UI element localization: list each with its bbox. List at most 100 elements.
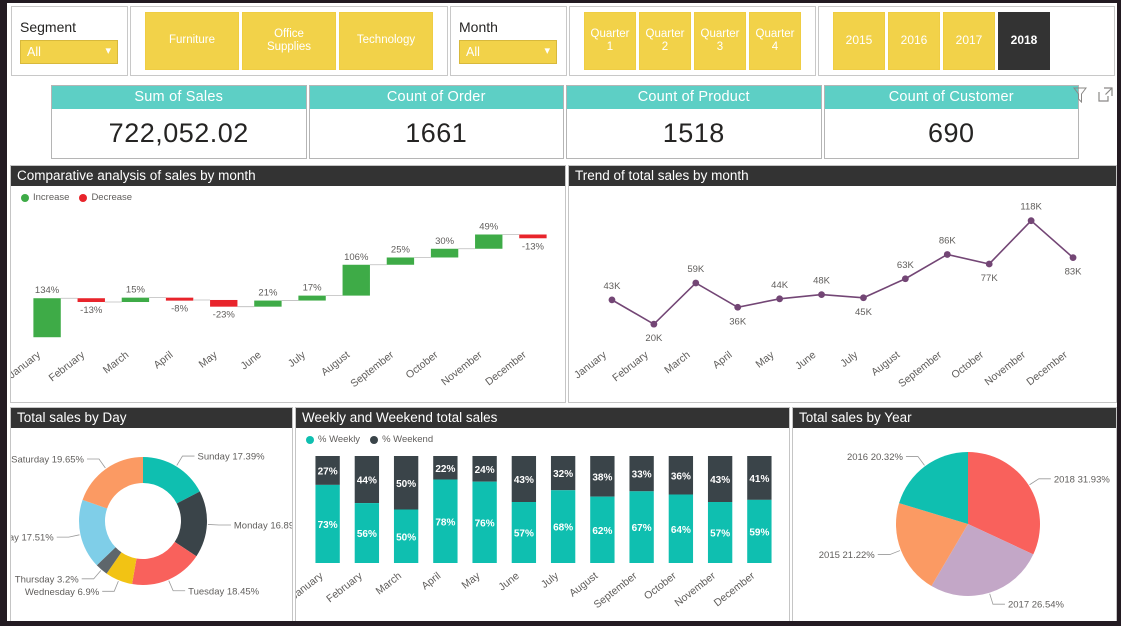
kpi-card-count-of-product[interactable]: Count of Product 1518 [566, 85, 822, 159]
kpi-card-count-of-customer[interactable]: Count of Customer 690 [823, 85, 1079, 159]
chart-label: 15% [126, 285, 146, 296]
chart-label: 134% [35, 285, 60, 296]
line-data-point[interactable] [901, 275, 909, 283]
line-data-point[interactable] [776, 295, 784, 303]
year-tile-2016[interactable]: 2016 [888, 12, 940, 70]
kpi-card-title: Sum of Sales [52, 86, 306, 109]
legend-swatch-weekly [306, 435, 314, 444]
segment-slicer[interactable]: Segment All ▾ [11, 6, 128, 76]
quarter-tile-quarter-3[interactable]: Quarter 3 [694, 12, 746, 70]
pie-slice[interactable] [82, 457, 143, 509]
waterfall-bar[interactable] [165, 297, 194, 301]
waterfall-bar[interactable] [430, 248, 459, 258]
month-slicer[interactable]: Month All ▾ [450, 6, 567, 76]
chart-label: 36K [729, 316, 747, 327]
chart-label: December [1024, 349, 1070, 389]
segment-dropdown[interactable]: All ▾ [20, 39, 118, 64]
line-data-point[interactable] [734, 303, 742, 311]
quarter-tile-quarter-1[interactable]: Quarter 1 [584, 12, 636, 70]
chart-label: August [319, 349, 352, 379]
category-tile-office-supplies[interactable]: Office Supplies [242, 12, 336, 70]
pie-leader-line [56, 534, 80, 538]
stacked-bar-visual[interactable]: Weekly and Weekend total sales % Weekly … [295, 407, 790, 621]
line-data-point[interactable] [818, 291, 825, 298]
line-data-point[interactable] [943, 251, 951, 258]
quarter-tile-quarter-2[interactable]: Quarter 2 [639, 12, 691, 70]
legend-item-weekly[interactable]: % Weekly [306, 434, 360, 445]
category-tile-furniture[interactable]: Furniture [145, 12, 239, 70]
chart-label: 30% [435, 236, 455, 247]
kpi-card-count-of-order[interactable]: Count of Order 1661 [308, 85, 564, 159]
waterfall-bar[interactable] [298, 295, 326, 301]
pie-leader-line [81, 570, 102, 580]
quarter-tile-quarter-4[interactable]: Quarter 4 [749, 12, 801, 70]
legend-item-increase[interactable]: Increase [21, 192, 69, 203]
category-tile-label: Office Supplies [266, 27, 312, 53]
year-tile-label: 2017 [955, 33, 983, 48]
chart-label: 43% [514, 475, 534, 486]
chart-label: 57% [710, 529, 730, 540]
chart-label: July [539, 569, 562, 590]
legend-item-decrease[interactable]: Decrease [79, 192, 132, 203]
waterfall-bar[interactable] [342, 264, 370, 296]
focus-mode-icon[interactable] [1098, 87, 1113, 102]
kpi-card-title: Count of Order [309, 86, 563, 109]
line-plot: 43K January 20K February 59K March 36K April 44K… [572, 202, 1082, 390]
waterfall-visual[interactable]: Comparative analysis of sales by month I… [10, 165, 566, 403]
waterfall-bar[interactable] [33, 298, 61, 338]
month-slicer-label: Month [459, 18, 498, 35]
waterfall-plot: 134% January -13% February 15% March -8% April -… [11, 221, 547, 390]
legend-item-weekend[interactable]: % Weekend [370, 434, 433, 445]
chart-label: 41% [749, 474, 769, 485]
chart-label: August [869, 349, 902, 379]
chevron-down-icon: ▾ [544, 45, 550, 57]
line-data-point[interactable] [608, 296, 616, 304]
chart-label: 20K [645, 333, 663, 344]
line-data-point[interactable] [1027, 217, 1035, 225]
waterfall-bar[interactable] [519, 234, 547, 239]
pie-visual[interactable]: Total sales by Year 2018 31.93% 2017 26.5… [792, 407, 1117, 621]
waterfall-bar[interactable] [386, 257, 415, 265]
month-dropdown-value: All [466, 44, 480, 59]
month-dropdown[interactable]: All ▾ [459, 39, 557, 64]
waterfall-bar[interactable] [475, 234, 503, 249]
line-data-point[interactable] [650, 320, 658, 328]
chart-label: 50% [396, 479, 416, 490]
kpi-card-row: Sum of Sales 722,052.02 Count of Order 1661… [51, 85, 1079, 159]
chart-label: 43% [710, 475, 730, 486]
waterfall-bar[interactable] [254, 300, 282, 307]
chart-label: February [610, 348, 651, 384]
kpi-card-sum-of-sales[interactable]: Sum of Sales 722,052.02 [51, 85, 307, 159]
chart-label: September [896, 349, 944, 390]
pie-leader-line [207, 524, 231, 526]
chart-label: 76% [475, 518, 495, 529]
filter-icon[interactable] [1073, 87, 1088, 103]
chart-label: October [404, 349, 441, 382]
donut-visual[interactable]: Total sales by Day Sunday 17.39% Monday 1… [10, 407, 293, 621]
chart-label: 77K [981, 273, 999, 284]
chart-label: May [459, 569, 483, 591]
pie-leader-line [102, 581, 119, 592]
chart-label: September [592, 570, 640, 611]
waterfall-legend: Increase Decrease [21, 192, 132, 203]
line-data-point[interactable] [985, 260, 993, 268]
year-tile-2018[interactable]: 2018 [998, 12, 1050, 70]
waterfall-bar[interactable] [121, 297, 150, 303]
chart-label: June [496, 570, 521, 594]
year-tile-2017[interactable]: 2017 [943, 12, 995, 70]
waterfall-bar[interactable] [210, 299, 238, 307]
line-data-point[interactable] [1069, 254, 1077, 262]
line-data-point[interactable] [860, 294, 867, 302]
line-visual[interactable]: Trend of total sales by month 43K January… [568, 165, 1117, 403]
chart-label: July [838, 348, 861, 369]
line-data-point[interactable] [692, 279, 700, 287]
chart-label: 17% [303, 283, 323, 294]
year-tile-2015[interactable]: 2015 [833, 12, 885, 70]
segment-slicer-label: Segment [20, 18, 77, 35]
year-tile-label: 2015 [845, 33, 873, 48]
pie-leader-line [877, 550, 901, 555]
chart-label: 59% [749, 527, 769, 538]
category-tile-technology[interactable]: Technology [339, 12, 433, 70]
chart-label: 118K [1020, 202, 1042, 213]
waterfall-bar[interactable] [77, 298, 105, 303]
